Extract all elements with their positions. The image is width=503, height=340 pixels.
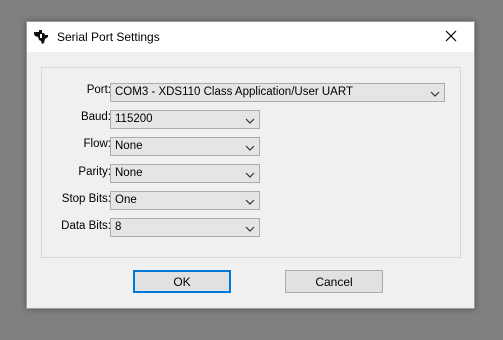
ti-logo-icon xyxy=(33,29,49,45)
chevron-down-icon xyxy=(430,89,440,97)
flow-label: Flow: xyxy=(83,138,111,150)
parity-value: None xyxy=(115,167,143,179)
parity-label: Parity: xyxy=(78,166,111,178)
data-bits-label: Data Bits: xyxy=(61,220,111,232)
chevron-down-icon xyxy=(245,143,255,151)
flow-select[interactable]: None xyxy=(110,137,260,156)
window-title: Serial Port Settings xyxy=(57,30,160,44)
ok-button[interactable]: OK xyxy=(133,270,231,293)
serial-port-settings-dialog: Serial Port Settings Port: COM3 - XDS110… xyxy=(26,21,475,309)
chevron-down-icon xyxy=(245,224,255,232)
baud-value: 115200 xyxy=(115,113,153,125)
parity-select[interactable]: None xyxy=(110,164,260,183)
chevron-down-icon xyxy=(245,197,255,205)
port-label: Port: xyxy=(86,84,111,96)
stop-bits-value: One xyxy=(115,194,137,206)
baud-label: Baud: xyxy=(80,111,111,123)
title-bar[interactable]: Serial Port Settings xyxy=(27,22,474,52)
close-icon xyxy=(445,30,457,45)
baud-select[interactable]: 115200 xyxy=(110,110,260,129)
cancel-button[interactable]: Cancel xyxy=(285,270,383,293)
flow-value: None xyxy=(115,140,143,152)
chevron-down-icon xyxy=(245,170,255,178)
close-button[interactable] xyxy=(428,22,474,52)
stop-bits-label: Stop Bits: xyxy=(61,193,111,205)
stop-bits-select[interactable]: One xyxy=(110,191,260,210)
port-select[interactable]: COM3 - XDS110 Class Application/User UAR… xyxy=(110,83,445,102)
chevron-down-icon xyxy=(245,116,255,124)
data-bits-select[interactable]: 8 xyxy=(110,218,260,237)
data-bits-value: 8 xyxy=(115,221,122,233)
port-value: COM3 - XDS110 Class Application/User UAR… xyxy=(115,86,353,98)
